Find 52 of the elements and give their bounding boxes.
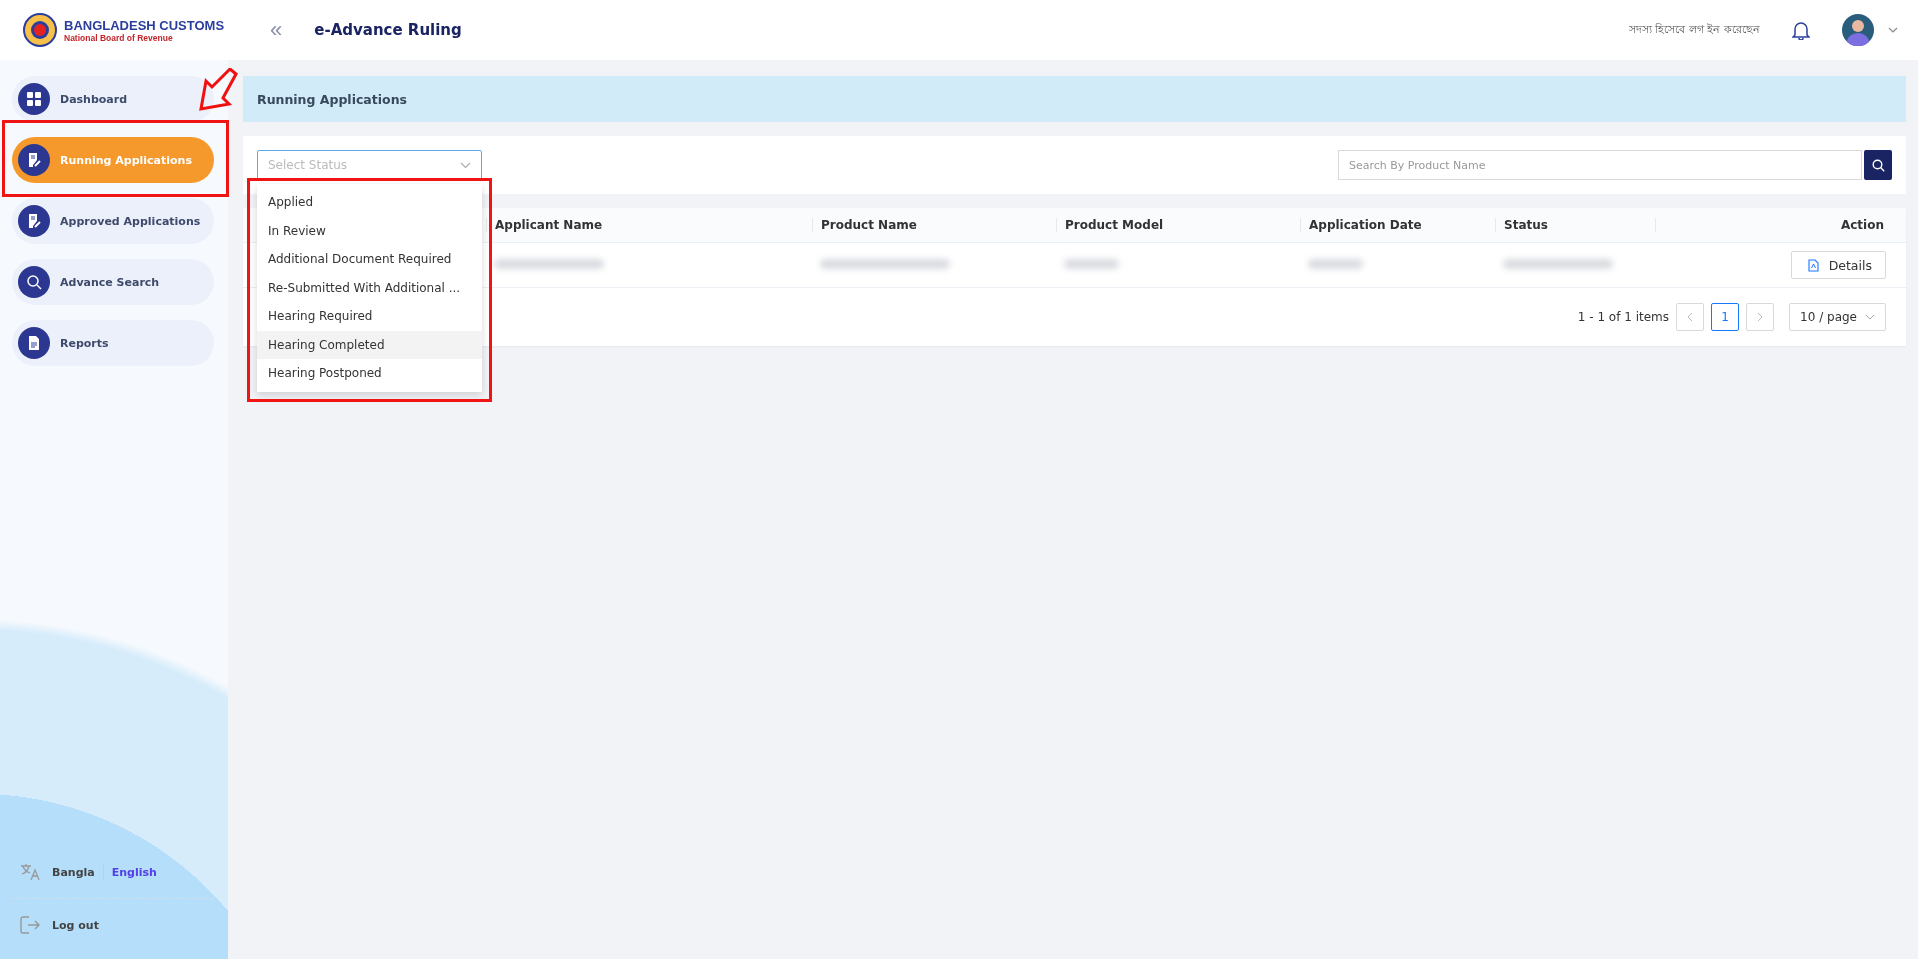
column-header: Application Date (1300, 218, 1495, 232)
sidebar-item[interactable]: Approved Applications (12, 198, 214, 244)
annotation-arrow (198, 68, 238, 112)
column-header: Applicant Name (486, 218, 812, 232)
logo-title: BANGLADESH CUSTOMS (64, 17, 225, 33)
pagination-summary: 1 - 1 of 1 items (1577, 310, 1670, 324)
blurred-text (1308, 259, 1363, 269)
pdf-icon (1807, 258, 1819, 272)
app-title: e-Advance Ruling (314, 21, 462, 39)
sidebar-item[interactable]: Dashboard (12, 76, 214, 122)
details-button[interactable]: Details (1790, 251, 1886, 279)
sidebar-item[interactable]: Reports (12, 320, 214, 366)
avatar-icon[interactable] (1842, 14, 1874, 46)
language-option[interactable]: Bangla (52, 865, 95, 879)
translate-icon (20, 863, 40, 881)
column-header: Product Name (812, 218, 1056, 232)
logout-label: Log out (52, 918, 99, 932)
status-option[interactable]: Hearing Completed (257, 330, 482, 359)
sidebar-icon (18, 327, 50, 359)
sidebar-icon (18, 205, 50, 237)
login-status: সদস্য হিসেবে লগ ইন করেছেন (1629, 21, 1760, 38)
status-option[interactable]: Re-Submitted With Additional ... (257, 273, 482, 302)
sidebar-item[interactable]: Advance Search (12, 259, 214, 305)
sidebar-icon (18, 83, 50, 115)
chevron-down-icon[interactable] (1888, 27, 1898, 33)
chevron-left-icon (1687, 312, 1694, 322)
column-header: Product Model (1056, 218, 1300, 232)
status-option[interactable]: Additional Document Required (257, 245, 482, 274)
search-icon (1871, 158, 1885, 172)
search-field[interactable]: Search By Product Name (1338, 150, 1862, 180)
search-button[interactable] (1864, 150, 1892, 180)
page-button[interactable]: 1 (1711, 303, 1740, 331)
status-option[interactable]: Applied (257, 188, 482, 217)
page-title: Running Applications (243, 76, 1906, 122)
language-option[interactable]: English (111, 865, 157, 879)
column-header: Action (1655, 218, 1906, 232)
chevron-down-icon (460, 161, 471, 169)
status-option[interactable]: In Review (257, 216, 482, 245)
status-option[interactable]: Hearing Postponed (257, 359, 482, 388)
status-option[interactable]: Hearing Required (257, 302, 482, 331)
column-header: Status (1495, 218, 1655, 232)
notification-bell-icon[interactable] (1792, 20, 1810, 40)
logout-link[interactable]: Log out (20, 905, 214, 945)
chevron-down-icon (1865, 314, 1875, 320)
sidebar-icon (18, 266, 50, 298)
chevron-right-icon (1757, 312, 1764, 322)
logo-subtitle: National Board of Revenue (64, 32, 174, 43)
page-size-select[interactable]: 10 / page (1789, 303, 1886, 331)
customs-emblem-icon (22, 12, 58, 48)
blurred-text (1064, 259, 1119, 269)
logout-icon (20, 916, 40, 934)
sidebar-icon (18, 144, 50, 176)
